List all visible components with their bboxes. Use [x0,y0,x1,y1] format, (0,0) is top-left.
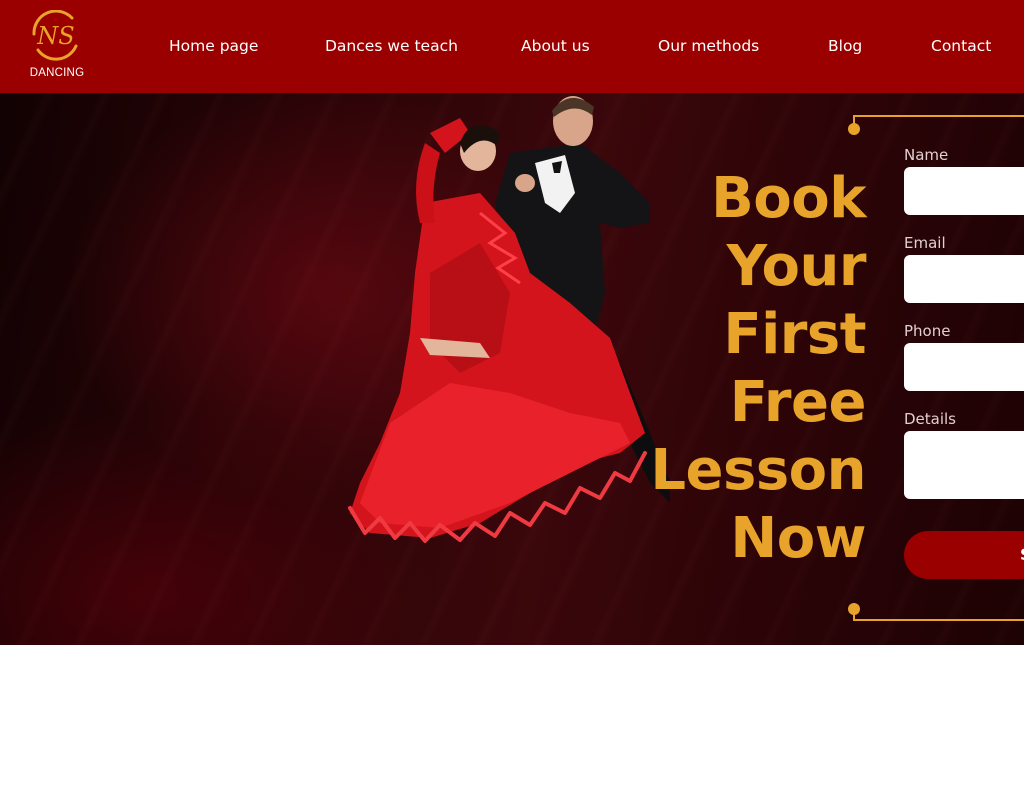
submit-button[interactable]: Submit [904,531,1024,579]
hero-headline: Book Your First Free Lesson Now [600,165,866,573]
headline-line: First [723,302,866,367]
headline-line: Your [726,234,867,299]
nav-item-dances[interactable]: Dances we teach [325,35,458,57]
email-label: Email [904,234,946,252]
details-label: Details [904,410,957,428]
form-bracket-bottom [848,603,1024,621]
details-textarea[interactable] [904,431,1024,499]
headline-line: Free [729,370,867,435]
top-navbar: NS DANCING Home page Dances we teach Abo… [0,0,1024,93]
logo-emblem-icon: NS [32,10,78,61]
logo-monogram: NS [36,22,74,50]
nav-item-home[interactable]: Home page [169,35,258,57]
name-label: Name [904,146,949,164]
name-input[interactable] [904,167,1024,215]
nav-item-about[interactable]: About us [521,35,590,57]
content-section [0,645,1024,800]
headline-line: Book [711,166,866,231]
form-bracket-top [848,115,1024,135]
nav-item-contact[interactable]: Contact [931,35,991,57]
headline-line: Lesson [650,438,866,503]
nav-item-blog[interactable]: Blog [828,35,862,57]
brand-logo[interactable]: NS DANCING [24,10,90,82]
nav-item-methods[interactable]: Our methods [658,35,759,57]
email-input[interactable] [904,255,1024,303]
phone-input[interactable] [904,343,1024,391]
headline-line: Now [730,506,866,571]
hero-banner: Book Your First Free Lesson Now Name Ema… [0,93,1024,645]
phone-label: Phone [904,322,951,340]
logo-word: DANCING [29,67,85,79]
